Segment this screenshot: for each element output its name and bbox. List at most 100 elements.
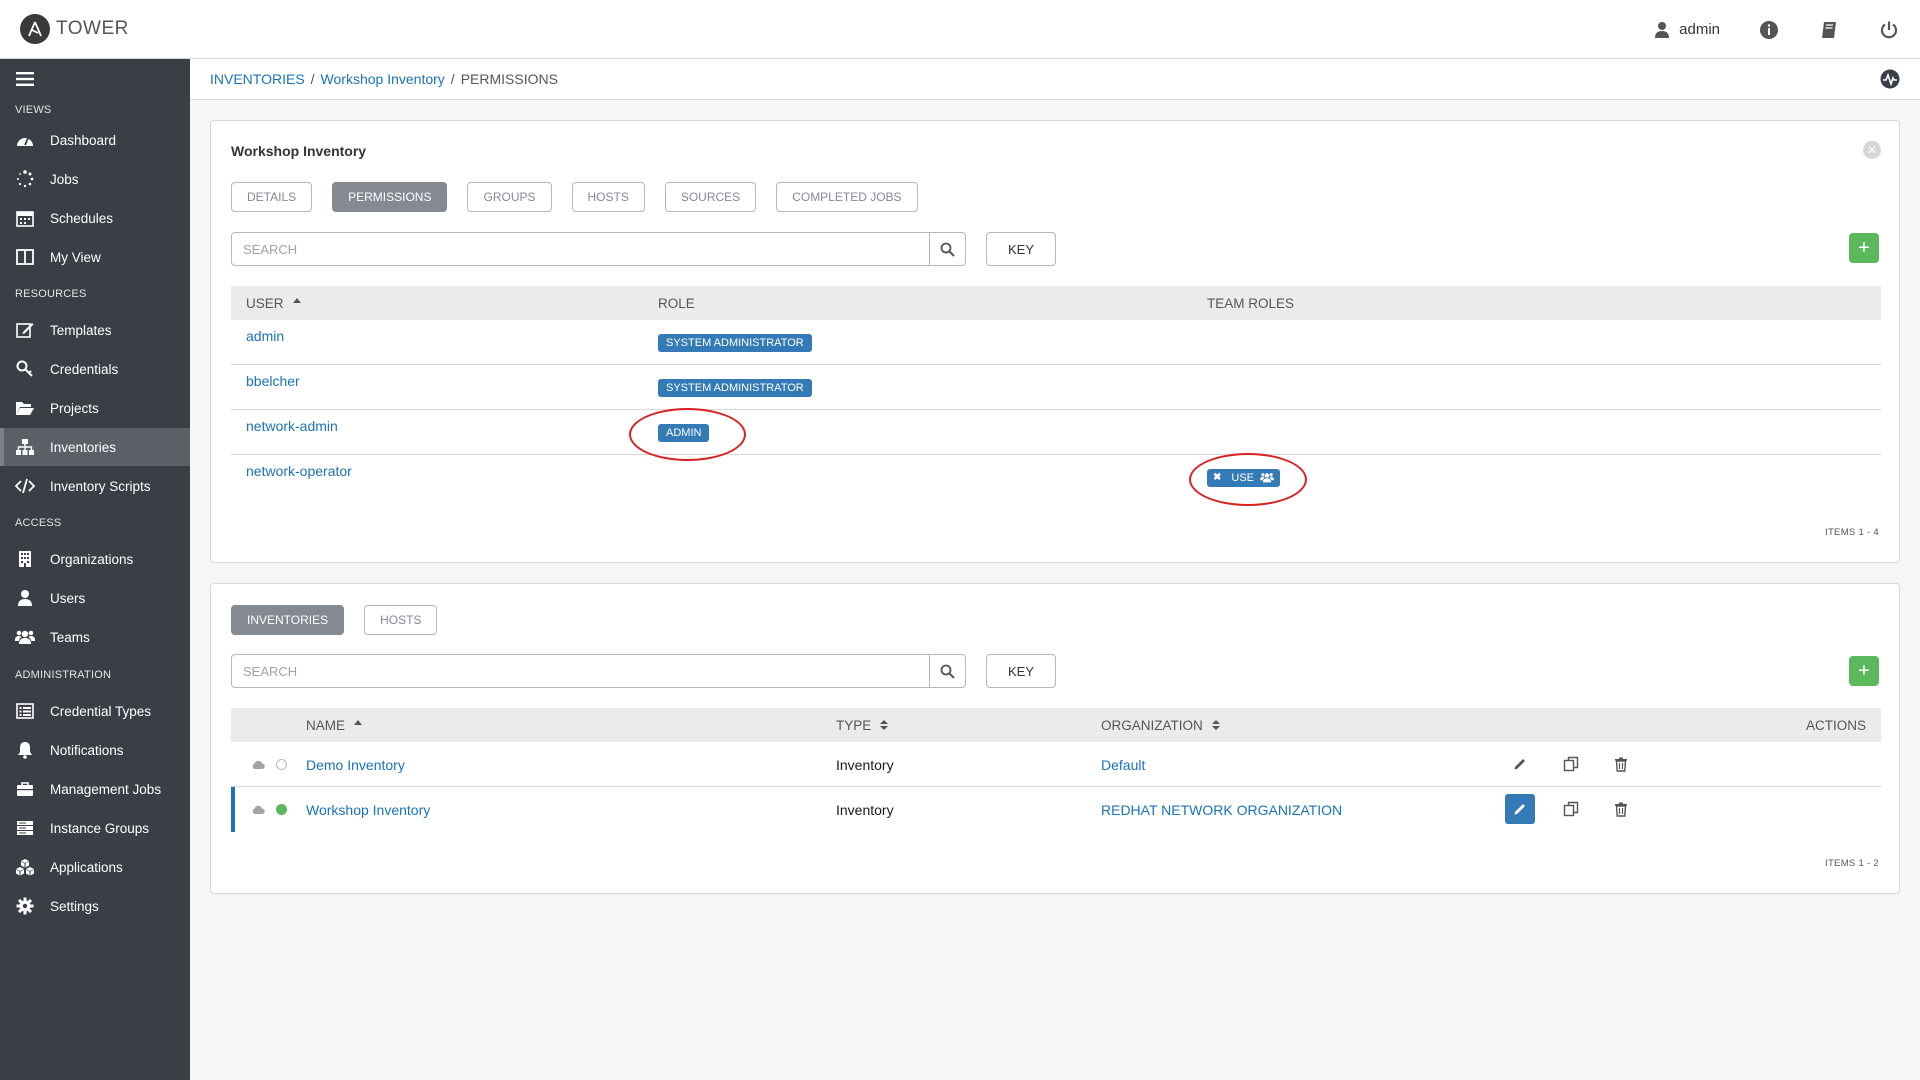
team-role-cell: ✖ USE bbox=[1207, 455, 1281, 500]
server-icon bbox=[15, 818, 35, 838]
sidebar-item-teams[interactable]: Teams bbox=[0, 618, 190, 656]
delete-trash-icon[interactable] bbox=[1606, 794, 1636, 824]
sidebar-item-applications[interactable]: Applications bbox=[0, 848, 190, 886]
column-header-role: ROLE bbox=[658, 295, 695, 311]
columns-icon bbox=[15, 247, 35, 267]
role-badge: SYSTEM ADMINISTRATOR bbox=[658, 378, 812, 397]
team-role-label: USE bbox=[1231, 471, 1255, 484]
organization-link[interactable]: REDHAT NETWORK ORGANIZATION bbox=[1101, 787, 1342, 832]
copy-icon[interactable] bbox=[1556, 749, 1586, 779]
app-name: TOWER bbox=[56, 18, 129, 39]
sync-status-icon[interactable] bbox=[251, 787, 265, 832]
table-row: bbelcher SYSTEM ADMINISTRATOR bbox=[231, 365, 1881, 410]
role-cell: SYSTEM ADMINISTRATOR bbox=[658, 320, 812, 365]
sidebar-item-label: My View bbox=[50, 249, 101, 265]
organization-link[interactable]: Default bbox=[1101, 742, 1145, 787]
sidebar-item-credential-types[interactable]: Credential Types bbox=[0, 692, 190, 730]
table-row: Workshop Inventory Inventory REDHAT NETW… bbox=[231, 787, 1881, 832]
edit-pencil-icon[interactable] bbox=[1505, 794, 1535, 824]
list-alt-icon bbox=[15, 701, 35, 721]
panel-title: Workshop Inventory bbox=[231, 143, 367, 159]
breadcrumb-workshop-inventory-link[interactable]: Workshop Inventory bbox=[321, 71, 445, 87]
sidebar-item-label: Settings bbox=[50, 898, 99, 914]
sidebar-item-label: Applications bbox=[50, 859, 123, 875]
sidebar: VIEWS Dashboard Jobs Schedules My View R… bbox=[0, 59, 190, 1080]
items-count: ITEMS 1 - 4 bbox=[1825, 527, 1879, 538]
tab-details[interactable]: DETAILS bbox=[231, 182, 313, 212]
sidebar-item-inventory-scripts[interactable]: Inventory Scripts bbox=[0, 467, 190, 505]
items-count: ITEMS 1 - 2 bbox=[1825, 858, 1879, 869]
sidebar-section-administration: ADMINISTRATION bbox=[15, 669, 112, 681]
breadcrumb-inventories-link[interactable]: INVENTORIES bbox=[210, 71, 305, 87]
inventory-type: Inventory bbox=[836, 801, 894, 818]
sidebar-item-label: Templates bbox=[50, 322, 112, 338]
sidebar-item-inventories[interactable]: Inventories bbox=[0, 428, 190, 466]
inventories-search bbox=[231, 654, 966, 688]
host-status-icon[interactable] bbox=[276, 742, 287, 787]
hamburger-menu-icon[interactable] bbox=[16, 71, 34, 92]
column-label: NAME bbox=[306, 717, 346, 733]
tab-hosts[interactable]: HOSTS bbox=[571, 182, 645, 212]
close-icon[interactable]: ✕ bbox=[1863, 141, 1881, 159]
search-input[interactable] bbox=[232, 233, 929, 265]
user-link[interactable]: bbelcher bbox=[246, 358, 300, 403]
current-user-link[interactable]: admin bbox=[1655, 21, 1720, 39]
sidebar-item-label: Jobs bbox=[50, 171, 79, 187]
search-button[interactable] bbox=[929, 655, 965, 687]
column-header-name[interactable]: NAME bbox=[306, 708, 363, 742]
tab-inventories[interactable]: INVENTORIES bbox=[231, 605, 345, 635]
tab-hosts[interactable]: HOSTS bbox=[364, 605, 438, 635]
sync-status-icon[interactable] bbox=[251, 742, 265, 787]
tab-permissions[interactable]: PERMISSIONS bbox=[332, 182, 448, 212]
about-info-icon[interactable] bbox=[1758, 19, 1780, 41]
sidebar-item-projects[interactable]: Projects bbox=[0, 389, 190, 427]
inventory-name-link[interactable]: Workshop Inventory bbox=[306, 787, 430, 832]
role-cell: ADMIN bbox=[658, 410, 710, 455]
sidebar-item-instance-groups[interactable]: Instance Groups bbox=[0, 809, 190, 847]
tab-sources[interactable]: SOURCES bbox=[664, 182, 757, 212]
add-permission-button[interactable]: + bbox=[1849, 233, 1879, 263]
sidebar-item-label: Organizations bbox=[50, 551, 134, 567]
sidebar-item-templates[interactable]: Templates bbox=[0, 311, 190, 349]
logout-power-icon[interactable] bbox=[1878, 19, 1900, 41]
activity-stream-icon[interactable] bbox=[1880, 69, 1900, 92]
sidebar-item-users[interactable]: Users bbox=[0, 579, 190, 617]
copy-icon[interactable] bbox=[1556, 794, 1586, 824]
documentation-book-icon[interactable] bbox=[1818, 19, 1840, 41]
delete-trash-icon[interactable] bbox=[1606, 749, 1636, 779]
user-link[interactable]: network-admin bbox=[246, 403, 338, 448]
sidebar-item-jobs[interactable]: Jobs bbox=[0, 160, 190, 198]
search-button[interactable] bbox=[929, 233, 965, 265]
inventory-list-tabs: INVENTORIES HOSTS bbox=[231, 605, 457, 635]
folder-icon bbox=[15, 398, 35, 418]
host-status-icon[interactable] bbox=[276, 787, 287, 832]
code-icon bbox=[15, 476, 35, 496]
edit-pencil-icon[interactable] bbox=[1505, 749, 1535, 779]
remove-role-icon[interactable]: ✖ bbox=[1213, 472, 1221, 483]
column-header-organization[interactable]: ORGANIZATION bbox=[1101, 708, 1221, 742]
tab-groups[interactable]: GROUPS bbox=[467, 182, 552, 212]
inventory-name-link[interactable]: Demo Inventory bbox=[306, 742, 405, 787]
tower-logo[interactable]: TOWER bbox=[20, 14, 129, 44]
role-badge: ADMIN bbox=[658, 423, 710, 442]
sidebar-item-notifications[interactable]: Notifications bbox=[0, 731, 190, 769]
column-header-type[interactable]: TYPE bbox=[836, 708, 889, 742]
key-button[interactable]: KEY bbox=[986, 232, 1056, 266]
sidebar-item-label: Inventories bbox=[50, 439, 117, 455]
add-inventory-button[interactable]: + bbox=[1849, 656, 1879, 686]
user-link[interactable]: network-operator bbox=[246, 448, 352, 493]
sidebar-item-my-view[interactable]: My View bbox=[0, 238, 190, 276]
key-button[interactable]: KEY bbox=[986, 654, 1056, 688]
sidebar-item-organizations[interactable]: Organizations bbox=[0, 540, 190, 578]
sidebar-item-label: Teams bbox=[50, 629, 90, 645]
sidebar-item-settings[interactable]: Settings bbox=[0, 887, 190, 925]
sidebar-item-credentials[interactable]: Credentials bbox=[0, 350, 190, 388]
user-link[interactable]: admin bbox=[246, 313, 284, 358]
sidebar-item-management-jobs[interactable]: Management Jobs bbox=[0, 770, 190, 808]
sidebar-item-dashboard[interactable]: Dashboard bbox=[0, 121, 190, 159]
tab-completed-jobs[interactable]: COMPLETED JOBS bbox=[776, 182, 918, 212]
sidebar-item-schedules[interactable]: Schedules bbox=[0, 199, 190, 237]
table-row: network-admin ADMIN bbox=[231, 410, 1881, 455]
search-input[interactable] bbox=[232, 655, 929, 687]
role-cell: SYSTEM ADMINISTRATOR bbox=[658, 365, 812, 410]
